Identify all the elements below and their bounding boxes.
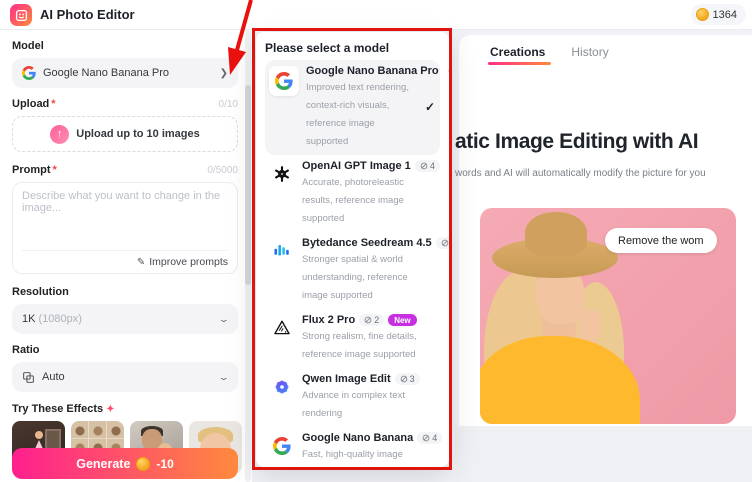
prompt-counter: 0/5000 bbox=[207, 165, 238, 176]
coin-icon bbox=[695, 8, 709, 21]
improve-prompts-button[interactable]: ✎ Improve prompts bbox=[22, 250, 228, 268]
uses-count-badge: 4 bbox=[435, 237, 449, 249]
model-select-value: Google Nano Banana Pro bbox=[43, 67, 169, 79]
model-name: Flux 2 Pro bbox=[302, 314, 356, 326]
uses-count-badge: 3 bbox=[394, 373, 420, 385]
resolution-label: Resolution bbox=[12, 286, 69, 298]
uses-count-badge: 4 bbox=[417, 432, 443, 444]
generate-label: Generate bbox=[76, 456, 131, 471]
model-description: Improved text rendering, context-rich vi… bbox=[306, 82, 409, 147]
model-option-google-nano-banana[interactable]: Google Nano Banana 4 Fast, high-quality im… bbox=[265, 427, 443, 467]
model-option-bytedance-seedream-4-5[interactable]: Bytedance Seedream 4.54NewStronger spati… bbox=[265, 232, 449, 309]
seedream-icon bbox=[269, 238, 295, 264]
new-badge: New bbox=[388, 314, 417, 326]
improve-prompts-label: Improve prompts bbox=[149, 256, 228, 268]
model-description: Advance in complex text rendering bbox=[302, 390, 405, 419]
upload-icon: ↑ bbox=[50, 124, 70, 144]
demo-prompt-pill: Remove the wom bbox=[605, 228, 717, 253]
page-subtitle: words and AI will automatically modify t… bbox=[455, 168, 706, 179]
google-icon bbox=[269, 433, 295, 459]
model-list: Google Nano Banana Pro10 New Improved text… bbox=[265, 60, 449, 467]
aspect-ratio-icon bbox=[22, 371, 35, 384]
model-option-google-nano-banana-pro[interactable]: Google Nano Banana Pro10NewImproved text… bbox=[265, 60, 449, 155]
model-option-qwen-image-edit[interactable]: Qwen Image Edit 3 Advance in complex text … bbox=[265, 368, 440, 427]
model-description: Fast, high-quality image generation, ref… bbox=[302, 449, 403, 460]
model-name: Google Nano Banana Pro bbox=[306, 65, 439, 77]
modal-title: Please select a model bbox=[265, 41, 390, 55]
model-label: Model bbox=[12, 40, 44, 52]
page-title: atic Image Editing with AI bbox=[455, 130, 699, 153]
hero-demo-image: Remove the wom bbox=[480, 208, 736, 424]
model-name: OpenAI GPT Image 1 bbox=[302, 160, 411, 172]
uses-count-badge: 4 bbox=[414, 160, 440, 172]
upload-button-label: Upload up to 10 images bbox=[76, 128, 200, 140]
demo-prompt-text: Remove the wom bbox=[618, 234, 704, 247]
chevron-right-icon: ❯ bbox=[219, 67, 228, 79]
sidebar-scrollbar-thumb[interactable] bbox=[245, 85, 251, 285]
model-description: Stronger spatial & world understanding, … bbox=[302, 254, 408, 301]
magic-pen-icon: ✎ bbox=[136, 256, 146, 268]
resolution-suffix: (1080px) bbox=[38, 313, 82, 325]
app-logo-icon bbox=[10, 4, 32, 26]
prompt-label: Prompt * bbox=[12, 164, 57, 176]
chevron-down-icon: ⌄ bbox=[218, 313, 231, 324]
model-select[interactable]: Google Nano Banana Pro ❯ bbox=[12, 58, 238, 88]
credits-badge[interactable]: 1364 bbox=[690, 4, 746, 25]
upload-counter: 0/10 bbox=[218, 99, 238, 110]
prompt-input[interactable] bbox=[22, 190, 228, 238]
model-name: Google Nano Banana bbox=[302, 432, 414, 444]
upload-dropzone[interactable]: ↑ Upload up to 10 images bbox=[12, 116, 238, 152]
model-name: Bytedance Seedream 4.5 bbox=[302, 237, 432, 249]
ai-photo-editor-page: AI Photo Editor 1364 Model Google Nano B… bbox=[0, 0, 752, 482]
openai-icon bbox=[269, 161, 295, 187]
qwen-icon bbox=[269, 374, 295, 400]
google-icon bbox=[22, 66, 36, 80]
coin-icon bbox=[136, 456, 151, 471]
google-icon bbox=[269, 66, 299, 96]
model-option-openai-gpt-image-1[interactable]: OpenAI GPT Image 1 4 Accurate, photoreleas… bbox=[265, 155, 440, 232]
app-header: AI Photo Editor 1364 bbox=[0, 0, 752, 30]
model-picker-modal: Please select a model Google Nano Banana… bbox=[256, 32, 449, 467]
ratio-value: Auto bbox=[42, 371, 65, 383]
generate-cost: -10 bbox=[156, 456, 174, 471]
uses-count-badge: 10 bbox=[442, 65, 449, 77]
effects-label: Try These Effects ✦ bbox=[12, 403, 115, 415]
tab-history[interactable]: History bbox=[571, 45, 608, 65]
ratio-label: Ratio bbox=[12, 344, 40, 356]
uses-count-badge: 2 bbox=[359, 314, 385, 326]
credits-count: 1364 bbox=[712, 8, 737, 21]
ratio-select[interactable]: Auto ⌄ bbox=[12, 362, 238, 392]
tab-creations[interactable]: Creations bbox=[488, 45, 552, 65]
generation-sidebar: Model Google Nano Banana Pro ❯ Upload * 0… bbox=[0, 30, 252, 482]
active-tab-underline bbox=[488, 62, 552, 65]
chevron-down-icon: ⌄ bbox=[218, 371, 231, 382]
flux-icon bbox=[269, 315, 295, 341]
prompt-box: ✎ Improve prompts bbox=[12, 182, 238, 274]
app-title: AI Photo Editor bbox=[40, 7, 135, 22]
model-name: Qwen Image Edit bbox=[302, 373, 391, 385]
resolution-value: 1K bbox=[22, 313, 36, 325]
model-option-flux-2-pro[interactable]: Flux 2 Pro 2 New Strong realism, fine detai… bbox=[265, 309, 440, 368]
sparkle-icon: ✦ bbox=[106, 403, 115, 415]
upload-label: Upload * bbox=[12, 98, 56, 110]
model-description: Strong realism, fine details, reference … bbox=[302, 331, 417, 360]
check-icon: ✓ bbox=[424, 100, 435, 114]
generate-button[interactable]: Generate -10 bbox=[12, 448, 238, 479]
model-description: Accurate, photoreleastic results, refere… bbox=[302, 177, 404, 224]
resolution-select[interactable]: 1K (1080px) ⌄ bbox=[12, 304, 238, 334]
content-footer-band bbox=[455, 426, 752, 482]
tab-bar: Creations History bbox=[459, 35, 752, 65]
